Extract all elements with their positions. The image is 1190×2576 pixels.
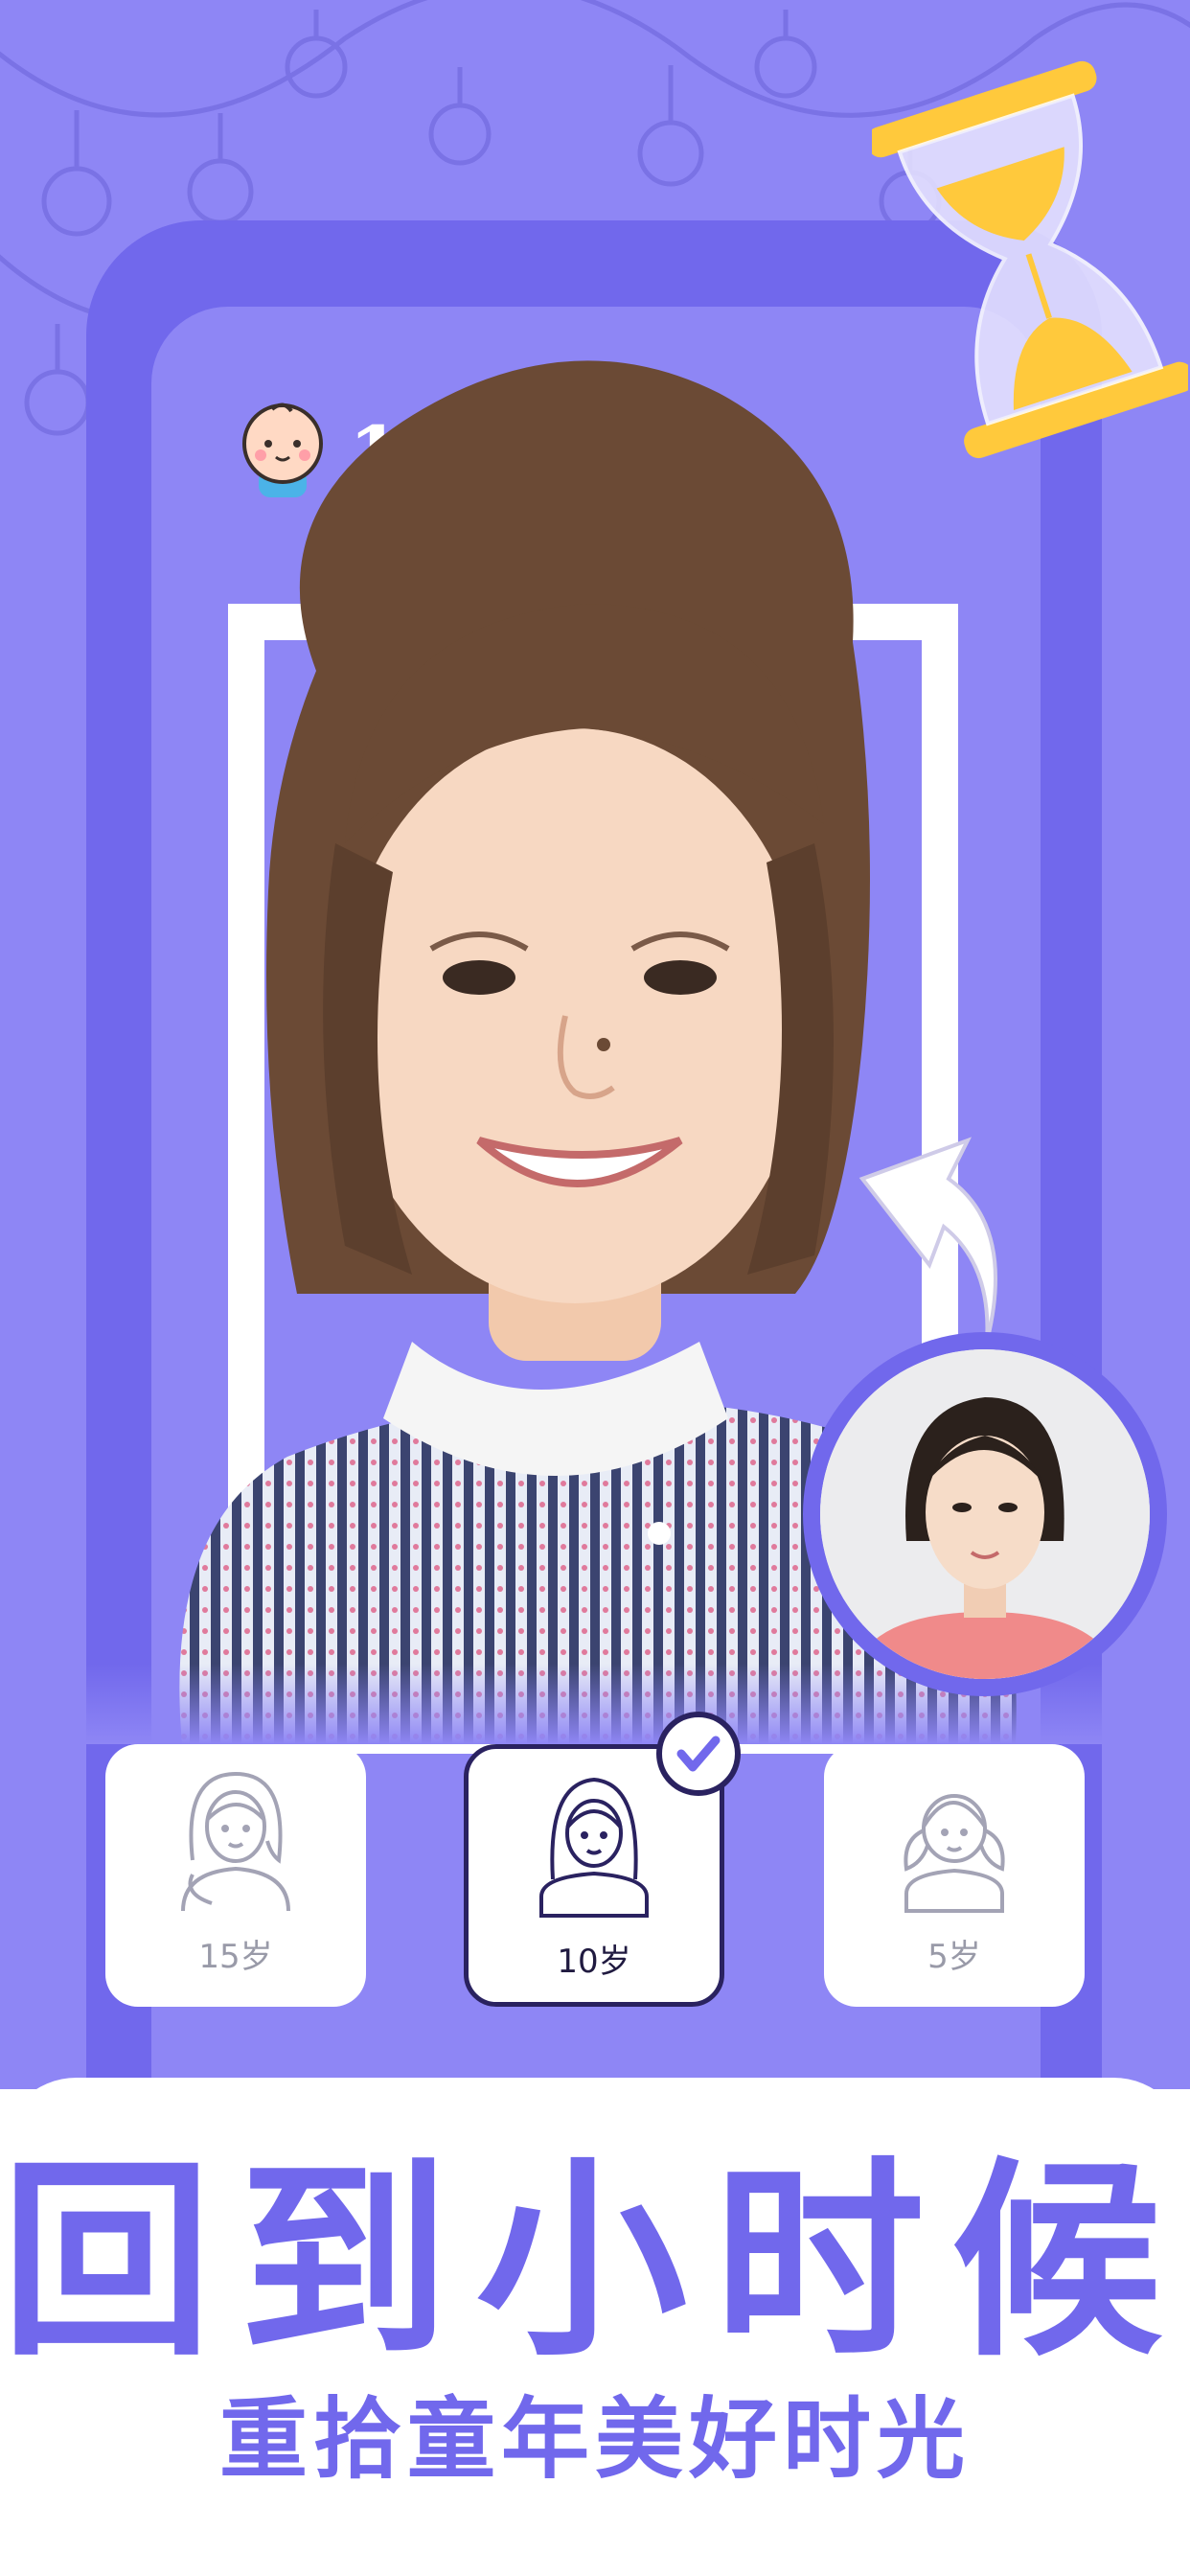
age-option-label: 5岁 [927,1938,981,1976]
teen-girl-icon [181,1771,290,1912]
age-option-label: 15岁 [198,1938,273,1976]
promo-headline: 回到小时候 [0,2139,1189,2384]
girl-icon [539,1777,649,1918]
transform-arrow-icon [858,1137,997,1343]
age-selector: 15岁 10岁 5岁 [105,1712,1085,2009]
toddler-girl-icon [904,1794,1005,1913]
promo-subline: 重拾童年美好时光 [218,2388,971,2491]
selected-checkmark-icon [656,1712,741,1796]
age-option-label: 10岁 [557,1943,631,1981]
age-option-15[interactable]: 15岁 [105,1744,366,2007]
original-photo-thumbnail[interactable] [803,1332,1167,1696]
adult-portrait-photo [820,1349,1150,1679]
age-option-5[interactable]: 5岁 [824,1744,1085,2007]
